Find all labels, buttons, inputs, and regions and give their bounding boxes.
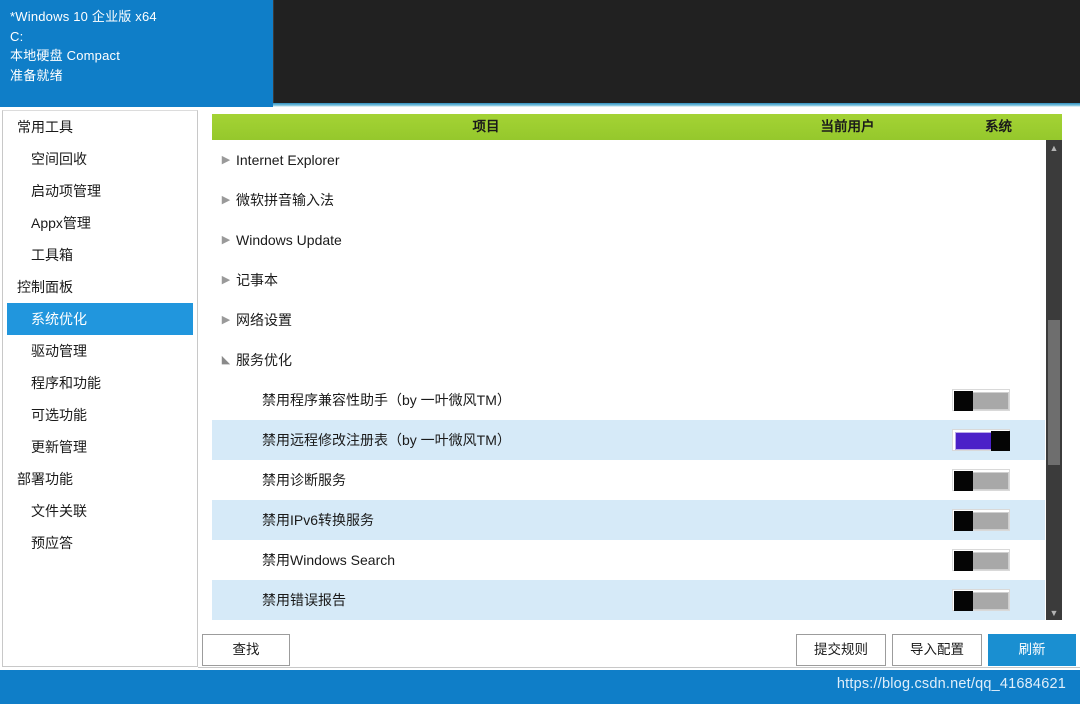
tree-expand-arrow-icon[interactable]: ▶ <box>218 154 234 166</box>
column-header-system[interactable]: 系统 <box>935 114 1062 140</box>
row-label: 禁用IPv6转换服务 <box>262 512 375 528</box>
refresh-button[interactable]: 刷新 <box>988 634 1076 666</box>
bottom-button-bar: 查找 提交规则 导入配置 刷新 <box>198 620 1080 670</box>
table-row[interactable]: ▶ Internet Explorer <box>212 140 1045 180</box>
column-header-current-user[interactable]: 当前用户 <box>760 114 935 140</box>
row-label: 微软拼音输入法 <box>236 192 334 208</box>
sidebar-item-unattend-answer[interactable]: 预应答 <box>3 527 197 559</box>
optimization-table: 项目 当前用户 系统 ▶ Internet Explorer ▶ 微软拼音输入法 ▶ Wi… <box>212 114 1062 620</box>
tree-expand-arrow-icon[interactable]: ▶ <box>218 314 234 326</box>
tree-expand-arrow-icon[interactable]: ▶ <box>218 194 234 206</box>
row-label: Windows Update <box>236 232 342 248</box>
toggle-switch[interactable] <box>952 429 1010 451</box>
row-label: 禁用错误报告 <box>262 592 346 608</box>
toggle-knob <box>954 471 973 491</box>
system-info-line-1: C: <box>10 28 24 44</box>
toggle-switch[interactable] <box>952 389 1010 411</box>
table-row[interactable]: 禁用远程修改注册表（by 一叶微风TM） <box>212 420 1045 460</box>
system-info-line-3: 准备就绪 <box>10 67 63 83</box>
watermark-url: https://blog.csdn.net/qq_41684621 <box>836 676 1066 692</box>
toggle-knob <box>954 591 973 611</box>
row-label: 服务优化 <box>236 352 292 368</box>
table-row[interactable]: ▶ 记事本 <box>212 260 1045 300</box>
row-label: 禁用Windows Search <box>262 552 396 568</box>
scroll-down-arrow-icon[interactable]: ▼ <box>1046 605 1062 621</box>
bottom-divider <box>198 667 1080 668</box>
row-label: 禁用程序兼容性助手（by 一叶微风TM） <box>262 392 511 408</box>
toggle-switch[interactable] <box>952 549 1010 571</box>
table-row[interactable]: ▶ Windows Update <box>212 220 1045 260</box>
sidebar-nav: 常用工具 空间回收 启动项管理 Appx管理 工具箱 控制面板 系统优化 驱动管… <box>2 110 198 667</box>
table-row[interactable]: 禁用IPv6转换服务 <box>212 500 1045 540</box>
top-banner: *Windows 10 企业版 x64 C: 本地硬盘 Compact 准备就绪 <box>0 0 1080 107</box>
tree-expand-arrow-icon[interactable]: ▶ <box>218 274 234 286</box>
system-toggle-cell <box>952 500 1022 540</box>
system-toggle-cell <box>952 420 1022 460</box>
table-header-row: 项目 当前用户 系统 <box>212 114 1062 140</box>
scrollbar-thumb[interactable] <box>1048 320 1060 465</box>
banner-dark-area <box>273 0 1080 107</box>
sidebar-item-optional-features[interactable]: 可选功能 <box>3 399 197 431</box>
toggle-switch[interactable] <box>952 589 1010 611</box>
sidebar-item-space-recycle[interactable]: 空间回收 <box>3 143 197 175</box>
sidebar-item-file-association[interactable]: 文件关联 <box>3 495 197 527</box>
row-label: 记事本 <box>236 272 278 288</box>
table-row[interactable]: 禁用Windows Search <box>212 540 1045 580</box>
banner-underline <box>273 103 1080 107</box>
system-toggle-cell <box>952 540 1022 580</box>
system-info-line-0: *Windows 10 企业版 x64 <box>10 9 157 24</box>
sidebar-item-toolbox[interactable]: 工具箱 <box>3 239 197 271</box>
table-row[interactable]: 禁用程序兼容性助手（by 一叶微风TM） <box>212 380 1045 420</box>
system-toggle-cell <box>952 580 1022 620</box>
toggle-knob <box>954 511 973 531</box>
system-info-panel: *Windows 10 企业版 x64 C: 本地硬盘 Compact 准备就绪 <box>0 0 273 107</box>
column-header-item[interactable]: 项目 <box>212 114 760 140</box>
toggle-switch[interactable] <box>952 469 1010 491</box>
sidebar-item-update-manager[interactable]: 更新管理 <box>3 431 197 463</box>
row-label: 禁用诊断服务 <box>262 472 346 488</box>
watermark-bar: https://blog.csdn.net/qq_41684621 <box>0 670 1080 704</box>
table-row[interactable]: ▶ 网络设置 <box>212 300 1045 340</box>
sidebar-item-system-optimization[interactable]: 系统优化 <box>7 303 193 335</box>
table-body: ▶ Internet Explorer ▶ 微软拼音输入法 ▶ Windows Updat… <box>212 140 1062 620</box>
sidebar-item-programs-and-features[interactable]: 程序和功能 <box>3 367 197 399</box>
table-scrollbar[interactable]: ▲ ▼ <box>1046 140 1062 621</box>
sidebar-item-startup-manager[interactable]: 启动项管理 <box>3 175 197 207</box>
find-button[interactable]: 查找 <box>202 634 290 666</box>
row-label: 网络设置 <box>236 312 292 328</box>
toggle-knob <box>991 431 1010 451</box>
toggle-switch[interactable] <box>952 509 1010 531</box>
submit-rules-button[interactable]: 提交规则 <box>796 634 886 666</box>
scroll-up-arrow-icon[interactable]: ▲ <box>1046 140 1062 156</box>
system-info-line-2: 本地硬盘 Compact <box>10 48 121 63</box>
table-row[interactable]: ▶ 微软拼音输入法 <box>212 180 1045 220</box>
system-toggle-cell <box>952 380 1022 420</box>
sidebar-group-title-common-tools: 常用工具 <box>17 119 73 135</box>
sidebar-item-appx-manager[interactable]: Appx管理 <box>3 207 197 239</box>
tree-expand-arrow-icon[interactable]: ▶ <box>218 234 234 246</box>
sidebar-group-title-control-panel: 控制面板 <box>17 279 73 295</box>
table-row[interactable]: ◣ 服务优化 <box>212 340 1045 380</box>
import-config-button[interactable]: 导入配置 <box>892 634 982 666</box>
table-row[interactable]: 禁用错误报告 <box>212 580 1045 620</box>
sidebar-group-title-deployment: 部署功能 <box>17 471 73 487</box>
system-toggle-cell <box>952 460 1022 500</box>
tree-collapse-arrow-icon[interactable]: ◣ <box>218 354 234 366</box>
sidebar-item-driver-manager[interactable]: 驱动管理 <box>3 335 197 367</box>
toggle-knob <box>954 391 973 411</box>
toggle-knob <box>954 551 973 571</box>
table-row[interactable]: 禁用诊断服务 <box>212 460 1045 500</box>
row-label: 禁用远程修改注册表（by 一叶微风TM） <box>262 432 511 448</box>
app-window: *Windows 10 企业版 x64 C: 本地硬盘 Compact 准备就绪… <box>0 0 1080 704</box>
row-label: Internet Explorer <box>236 152 340 168</box>
